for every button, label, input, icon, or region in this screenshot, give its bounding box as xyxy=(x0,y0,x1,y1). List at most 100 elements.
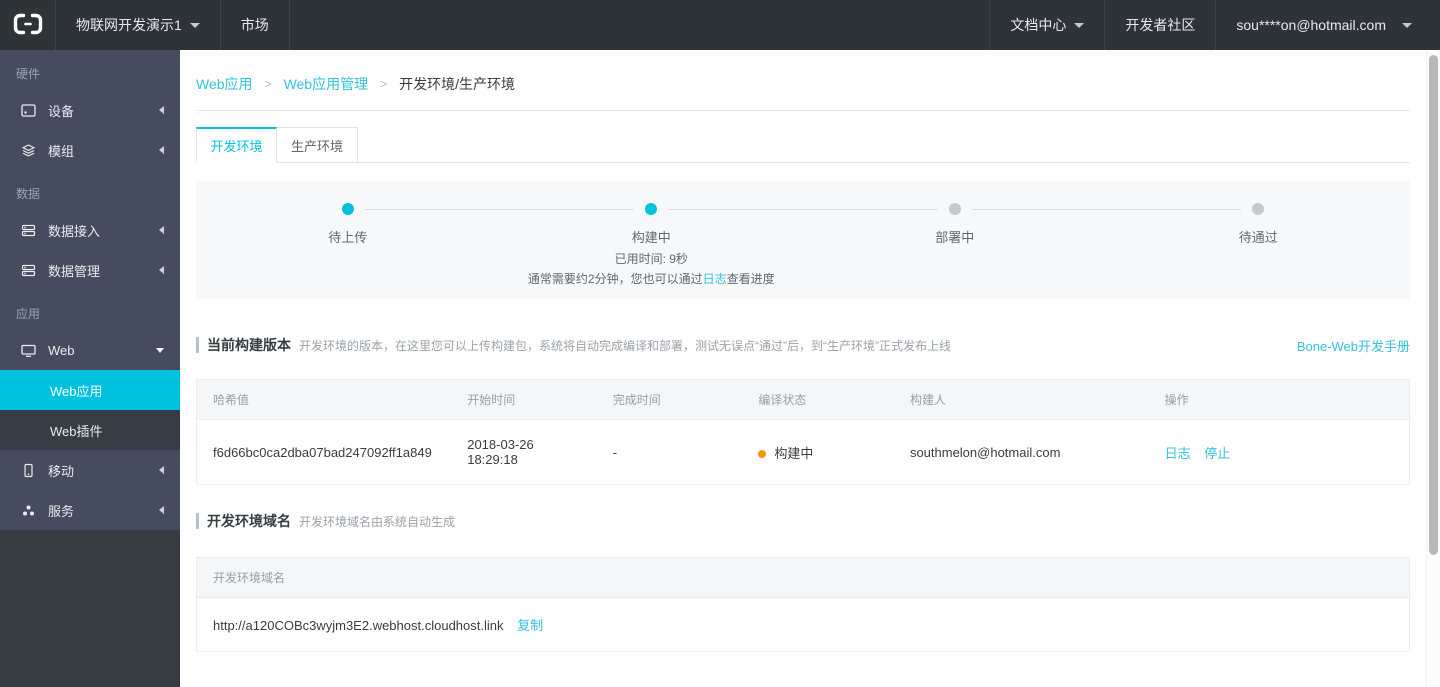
col-start-time: 开始时间 xyxy=(451,379,597,420)
sidebar-item-module[interactable]: 模组 xyxy=(0,130,180,170)
current-build-desc: 开发环境的版本，在这里您可以上传构建包，系统将自动完成编译和部署，测试无误点“通… xyxy=(299,338,951,353)
chevron-collapsed-icon xyxy=(159,226,164,234)
log-link[interactable]: 日志 xyxy=(703,272,727,286)
sidebar-item-mobile[interactable]: 移动 xyxy=(0,450,180,490)
tab-dev-env[interactable]: 开发环境 xyxy=(196,127,277,163)
project-menu[interactable]: 物联网开发演示1 xyxy=(56,0,221,50)
sidebar-item-data-manage[interactable]: 数据管理 xyxy=(0,250,180,290)
docs-menu[interactable]: 文档中心 xyxy=(989,0,1104,50)
current-build-title: 当前构建版本 xyxy=(207,337,291,353)
device-icon xyxy=(20,102,36,118)
bone-web-manual-link[interactable]: Bone-Web开发手册 xyxy=(1297,336,1410,355)
dev-domain-desc: 开发环境域名由系统自动生成 xyxy=(299,514,456,529)
scrollbar-track[interactable] xyxy=(1426,50,1440,687)
cell-finish-time: - xyxy=(596,419,743,485)
market-menu[interactable]: 市场 xyxy=(221,0,290,50)
sidebar-item-label: 数据管理 xyxy=(48,263,101,279)
module-icon xyxy=(20,142,36,158)
sidebar-item-label: 模组 xyxy=(48,143,75,159)
breadcrumb-separator: > xyxy=(380,77,388,91)
section-bar xyxy=(196,513,199,529)
chevron-down-icon xyxy=(1074,22,1085,28)
docs-label: 文档中心 xyxy=(1010,17,1067,33)
col-builder: 构建人 xyxy=(893,379,1149,420)
web-icon xyxy=(20,342,36,358)
tab-prod-env[interactable]: 生产环境 xyxy=(277,127,358,163)
sidebar-item-label: 数据接入 xyxy=(48,223,101,239)
service-icon xyxy=(20,502,36,518)
sidebar-item-label: Web xyxy=(48,342,75,358)
breadcrumb-separator: > xyxy=(264,77,272,91)
scrollbar-thumb[interactable] xyxy=(1429,55,1438,555)
sidebar-item-web-plugin[interactable]: Web插件 xyxy=(0,410,180,450)
copy-link[interactable]: 复制 xyxy=(517,618,543,633)
sidebar-filler xyxy=(0,530,180,687)
sidebar-item-web-app[interactable]: Web应用 xyxy=(0,370,180,410)
table-header-row: 开发环境域名 xyxy=(196,557,1410,598)
sidebar-section-data: 数据 xyxy=(16,187,41,201)
col-dev-domain: 开发环境域名 xyxy=(196,557,1410,598)
market-label: 市场 xyxy=(240,17,269,33)
breadcrumb-divider xyxy=(196,110,1410,111)
step-dot-done xyxy=(341,203,354,215)
table-row: f6d66bc0ca2dba07bad247092ff1a849 2018-03… xyxy=(196,419,1410,485)
step-label: 待通过 xyxy=(1238,230,1278,245)
build-progress-info: 已用时间: 9秒 通常需要约2分钟，您也可以通过日志查看进度 xyxy=(500,249,804,289)
domain-url: http://a120COBc3wyjm3E2.webhost.cloudhos… xyxy=(213,618,504,633)
step-pending-pass: 待通过 xyxy=(971,203,1411,246)
current-build-section-head: 当前构建版本 开发环境的版本，在这里您可以上传构建包，系统将自动完成编译和部署，… xyxy=(196,335,1410,355)
account-email: sou****on@hotmail.com xyxy=(1236,17,1386,33)
logo[interactable] xyxy=(0,0,56,50)
dev-domain-table: 开发环境域名 http://a120COBc3wyjm3E2.webhost.c… xyxy=(196,557,1410,652)
cell-builder: southmelon@hotmail.com xyxy=(893,419,1149,485)
cell-start-time: 2018-03-26 18:29:18 xyxy=(451,419,597,485)
col-finish-time: 完成时间 xyxy=(596,379,743,420)
chevron-collapsed-icon xyxy=(159,506,164,514)
col-hash: 哈希值 xyxy=(196,379,452,420)
project-menu-label: 物联网开发演示1 xyxy=(76,17,182,33)
sidebar-subitem-label: Web插件 xyxy=(50,423,103,439)
step-label: 构建中 xyxy=(631,230,671,245)
current-build-table: 哈希值 开始时间 完成时间 编译状态 构建人 操作 f6d66bc0ca2dba… xyxy=(196,379,1410,485)
cloud-brackets-logo-icon xyxy=(13,13,43,38)
status-dot-icon xyxy=(758,450,767,459)
cell-hash: f6d66bc0ca2dba07bad247092ff1a849 xyxy=(196,419,452,485)
progress-hint: 通常需要约2分钟，您也可以通过日志查看进度 xyxy=(500,269,804,289)
chevron-down-icon xyxy=(1402,22,1412,28)
breadcrumb-web-app[interactable]: Web应用 xyxy=(196,74,253,94)
section-bar xyxy=(196,337,199,353)
build-progress-panel: 待上传 构建中 部署中 待通过 已用时间: 9秒 通常需要约2分钟，您也可以通过… xyxy=(196,181,1410,299)
chevron-collapsed-icon xyxy=(159,466,164,474)
mobile-icon xyxy=(20,462,36,478)
cell-status: 构建中 xyxy=(742,419,894,485)
community-menu[interactable]: 开发者社区 xyxy=(1104,0,1215,50)
hint-text: 查看进度 xyxy=(726,272,775,286)
stop-action-link[interactable]: 停止 xyxy=(1204,446,1230,461)
col-actions: 操作 xyxy=(1148,379,1410,420)
dev-domain-section-head: 开发环境域名 开发环境域名由系统自动生成 xyxy=(196,511,1410,531)
step-dot-pending xyxy=(1252,203,1265,215)
account-menu[interactable]: sou****on@hotmail.com xyxy=(1215,0,1440,50)
sidebar-subitem-label: Web应用 xyxy=(50,383,103,399)
env-tabs: 开发环境 生产环境 xyxy=(196,127,1410,163)
sidebar-item-label: 设备 xyxy=(48,103,75,119)
step-dot-active xyxy=(645,203,658,215)
table-header-row: 哈希值 开始时间 完成时间 编译状态 构建人 操作 xyxy=(196,379,1410,420)
breadcrumb: Web应用 > Web应用管理 > 开发环境/生产环境 xyxy=(196,50,1410,94)
log-action-link[interactable]: 日志 xyxy=(1165,446,1191,461)
data-access-icon xyxy=(20,222,36,238)
breadcrumb-web-app-manage[interactable]: Web应用管理 xyxy=(284,74,369,94)
dev-domain-title: 开发环境域名 xyxy=(207,513,291,529)
step-label: 待上传 xyxy=(328,230,368,245)
sidebar-item-device[interactable]: 设备 xyxy=(0,90,180,130)
sidebar-item-web[interactable]: Web xyxy=(0,330,180,370)
cell-domain-url: http://a120COBc3wyjm3E2.webhost.cloudhos… xyxy=(196,597,1410,652)
chevron-collapsed-icon xyxy=(159,266,164,274)
sidebar-item-data-access[interactable]: 数据接入 xyxy=(0,210,180,250)
topbar: 物联网开发演示1 市场 文档中心 开发者社区 sou****on@hotmail… xyxy=(0,0,1440,50)
table-row: http://a120COBc3wyjm3E2.webhost.cloudhos… xyxy=(196,597,1410,652)
chevron-collapsed-icon xyxy=(159,146,164,154)
sidebar-item-service[interactable]: 服务 xyxy=(0,490,180,530)
chevron-expanded-icon xyxy=(156,347,164,353)
